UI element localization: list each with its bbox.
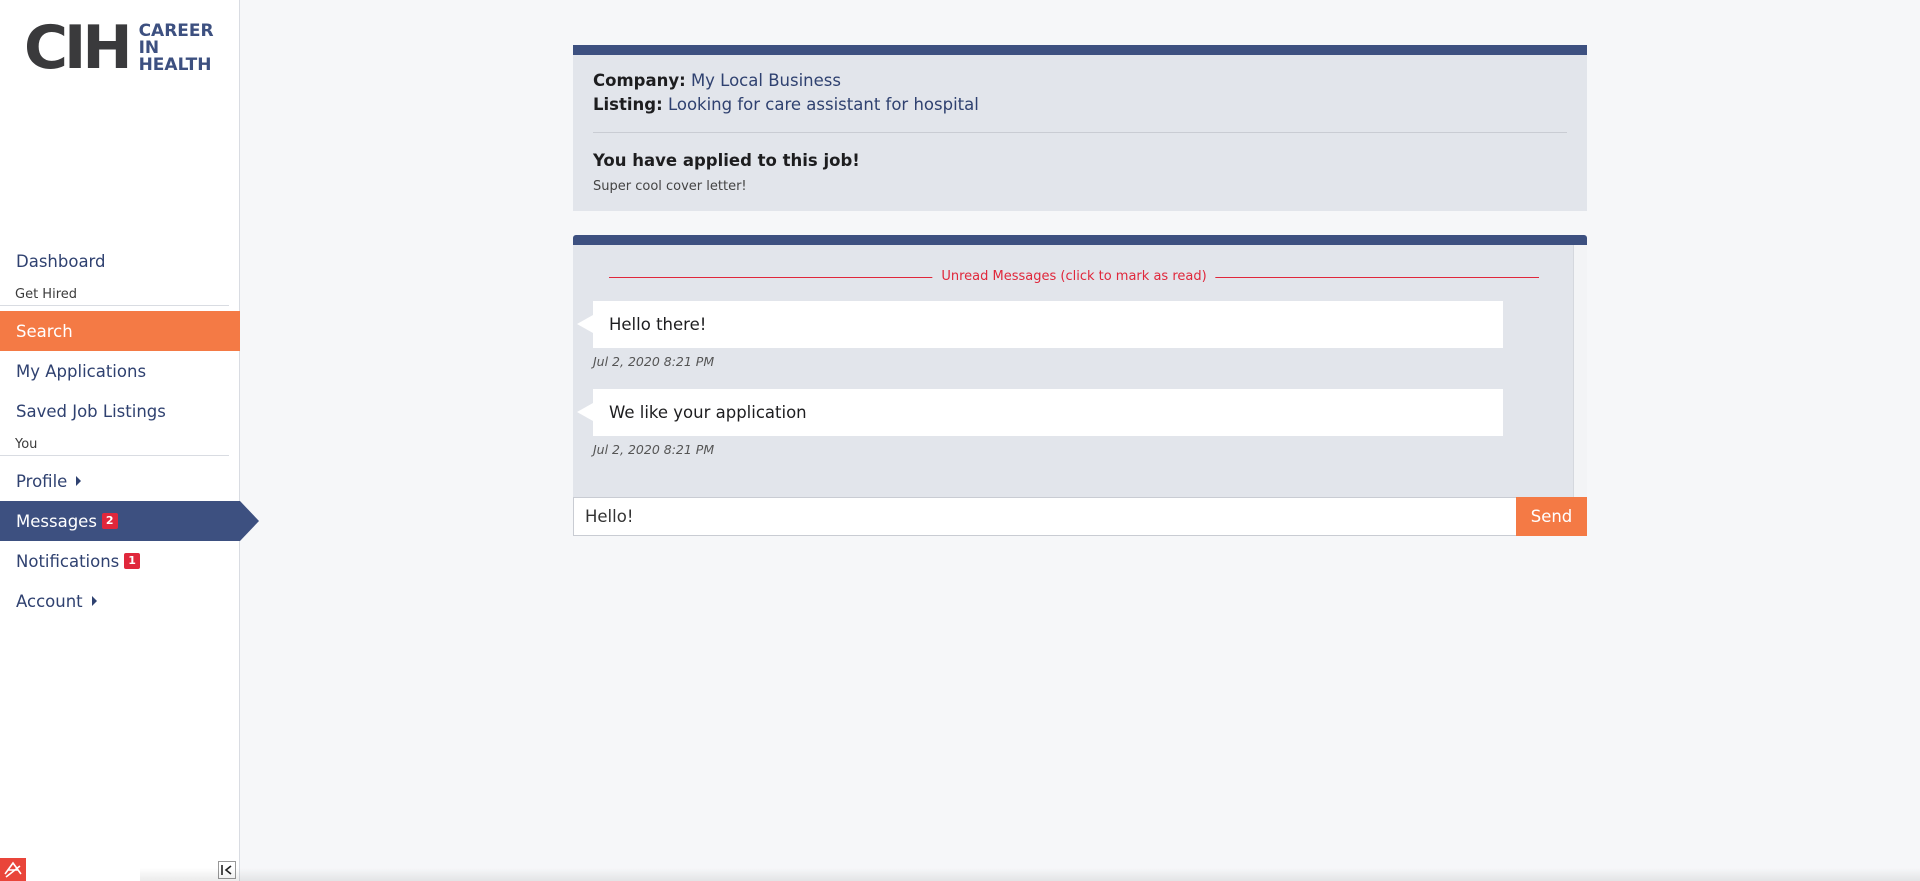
logo-line-in: IN [138, 37, 160, 58]
sidebar-item-label: Messages [16, 511, 97, 531]
logo-mark: CIH [24, 13, 133, 83]
message-scrollbar[interactable] [1573, 245, 1587, 497]
message-text: We like your application [609, 403, 807, 422]
sidebar: CIH CAREER IN HEALTH Dashboard Get Hired… [0, 0, 259, 881]
card-header-bar [573, 45, 1587, 55]
message-text: Hello there! [609, 315, 707, 334]
message-composer: Send [573, 497, 1587, 536]
sidebar-item-label: My Applications [16, 361, 147, 381]
logo[interactable]: CIH CAREER IN HEALTH [24, 18, 214, 78]
sidebar-item-messages[interactable]: Messages 2 [0, 501, 259, 541]
logo-line-career: CAREER [138, 20, 214, 41]
sidebar-item-label: Notifications [16, 551, 120, 571]
notifications-count-badge: 1 [124, 553, 140, 569]
logo-line-health: HEALTH [138, 54, 212, 75]
company-link[interactable]: My Local Business [691, 71, 841, 90]
listing-link[interactable]: Looking for care assistant for hospital [668, 95, 979, 114]
message-timestamp: Jul 2, 2020 8:21 PM [593, 442, 715, 457]
sidebar-item-label: Search [16, 321, 73, 341]
unread-messages-label[interactable]: Unread Messages (click to mark as read) [932, 267, 1216, 287]
sidebar-section-you: You [0, 431, 229, 456]
listing-label: Listing: [593, 95, 663, 114]
bottom-shadow [140, 868, 1920, 881]
sidebar-item-label: Dashboard [16, 251, 106, 271]
cover-letter-text: Super cool cover letter! [593, 179, 747, 194]
divider [593, 132, 1567, 133]
message-thread: Unread Messages (click to mark as read) … [573, 245, 1573, 497]
message-input[interactable] [573, 497, 1516, 536]
company-line: Company: My Local Business [593, 69, 1567, 93]
card-header-bar [573, 235, 1587, 245]
sidebar-item-saved-job-listings[interactable]: Saved Job Listings [0, 391, 240, 431]
sidebar-item-dashboard[interactable]: Dashboard [0, 241, 240, 281]
logo-text: CAREER IN HEALTH [138, 20, 214, 75]
sidebar-item-label: Account [16, 591, 83, 611]
send-button[interactable]: Send [1516, 497, 1587, 536]
message-timestamp: Jul 2, 2020 8:21 PM [593, 354, 715, 369]
app-launcher-icon[interactable] [0, 858, 26, 881]
caret-right-icon [91, 596, 97, 606]
sidebar-item-label: Profile [16, 471, 68, 491]
sidebar-item-profile[interactable]: Profile [0, 461, 240, 501]
applied-status-title: You have applied to this job! [593, 151, 860, 170]
sidebar-nav: Dashboard Get Hired Search My Applicatio… [0, 241, 259, 621]
unread-divider[interactable]: Unread Messages (click to mark as read) [609, 267, 1539, 287]
caret-right-icon [76, 476, 82, 486]
sidebar-item-search[interactable]: Search [0, 311, 240, 351]
sidebar-section-get-hired: Get Hired [0, 281, 229, 306]
company-label: Company: [593, 71, 686, 90]
sidebar-item-account[interactable]: Account [0, 581, 240, 621]
message-bubble: Hello there! [577, 301, 1503, 348]
messages-card: Unread Messages (click to mark as read) … [573, 235, 1587, 497]
messages-count-badge: 2 [101, 513, 118, 529]
sidebar-item-label: Saved Job Listings [16, 401, 166, 421]
listing-line: Listing: Looking for care assistant for … [593, 93, 1567, 117]
message-bubble: We like your application [577, 389, 1503, 436]
job-info-card: Company: My Local Business Listing: Look… [573, 45, 1587, 211]
sidebar-item-my-applications[interactable]: My Applications [0, 351, 240, 391]
sidebar-item-notifications[interactable]: Notifications 1 [0, 541, 240, 581]
app-launcher-glyph [4, 861, 22, 878]
job-info-body: Company: My Local Business Listing: Look… [573, 55, 1587, 194]
